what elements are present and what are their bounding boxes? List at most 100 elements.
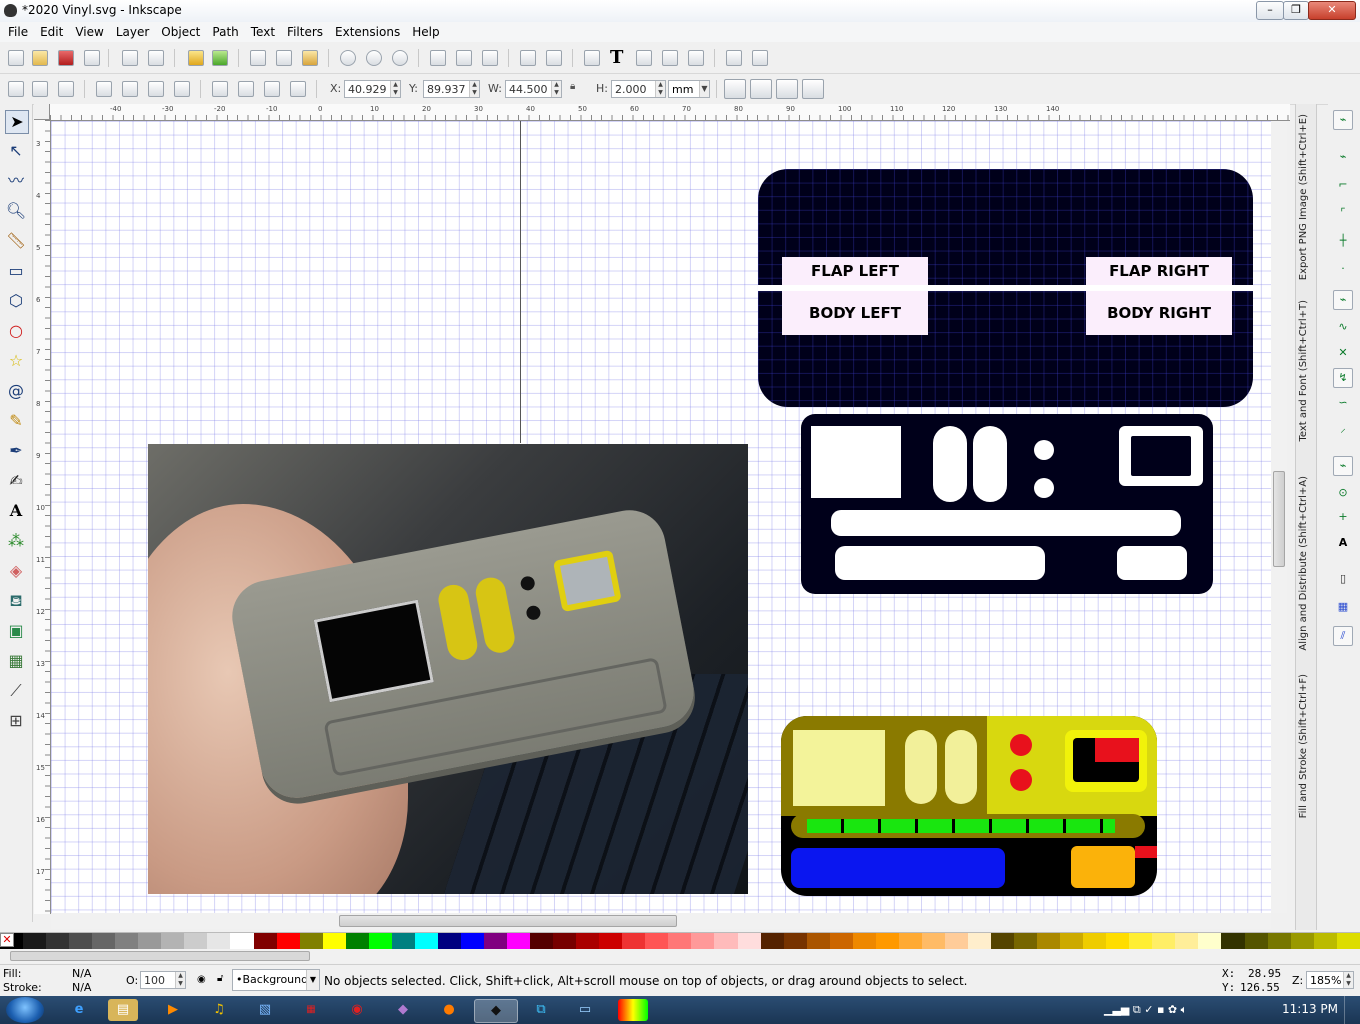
- eye-icon[interactable]: ◉: [197, 974, 206, 985]
- measure-tool-icon[interactable]: 📏︎: [5, 230, 27, 252]
- print-icon[interactable]: [84, 50, 100, 66]
- reference-photo[interactable]: [148, 444, 748, 894]
- palette-swatch[interactable]: [944, 933, 968, 949]
- snap-cusp-nodes-icon[interactable]: ↯: [1333, 368, 1353, 388]
- dock-tab-text-font[interactable]: Text and Font (Shift+Ctrl+T): [1298, 300, 1309, 442]
- palette-swatch[interactable]: [92, 933, 116, 949]
- lower-icon[interactable]: [264, 81, 280, 97]
- palette-swatch[interactable]: [368, 933, 392, 949]
- palette-swatch[interactable]: [760, 933, 784, 949]
- tray-icons[interactable]: ▁▃▅ ⧉ ✓ ▪ ✿ 🔈︎: [1104, 1003, 1187, 1017]
- connector-tool-icon[interactable]: ⊞: [5, 710, 27, 732]
- tweak-tool-icon[interactable]: 〰: [5, 170, 27, 192]
- align-distribute-icon[interactable]: [688, 50, 704, 66]
- horizontal-scroll-thumb[interactable]: [339, 915, 677, 927]
- palette-swatch[interactable]: [852, 933, 876, 949]
- xml-editor-icon[interactable]: [662, 50, 678, 66]
- undo-icon[interactable]: [188, 50, 204, 66]
- palette-swatch[interactable]: [1336, 933, 1360, 949]
- cut-icon[interactable]: [276, 50, 292, 66]
- new-document-icon[interactable]: [8, 50, 24, 66]
- selector-tool-icon[interactable]: ➤: [5, 110, 29, 134]
- paste-icon[interactable]: [302, 50, 318, 66]
- dock-tab-export-png[interactable]: Export PNG Image (Shift+Ctrl+E): [1298, 114, 1309, 280]
- drawing-canvas[interactable]: FLAP LEFT BODY LEFT FLAP RIGHT BODY RIGH…: [51, 121, 1271, 913]
- palette-swatch[interactable]: [1037, 933, 1061, 949]
- palette-swatch[interactable]: [1060, 933, 1084, 949]
- flip-vertical-icon[interactable]: [174, 81, 190, 97]
- rotate-ccw-icon[interactable]: [96, 81, 112, 97]
- group-icon[interactable]: [520, 50, 536, 66]
- save-icon[interactable]: [58, 50, 74, 66]
- select-all-layers-icon[interactable]: [32, 81, 48, 97]
- palette-swatch[interactable]: [668, 933, 692, 949]
- opacity-field[interactable]: 100 ▲ ▼: [140, 971, 186, 989]
- raise-icon[interactable]: [238, 81, 254, 97]
- palette-swatch[interactable]: [1244, 933, 1268, 949]
- redo-icon[interactable]: [212, 50, 228, 66]
- close-button[interactable]: ✕: [1308, 1, 1356, 20]
- unit-select[interactable]: mm ▼: [668, 80, 710, 98]
- palette-scrollbar[interactable]: [0, 949, 1360, 963]
- palette-swatch[interactable]: [207, 933, 231, 949]
- zoom-page-icon[interactable]: [392, 50, 408, 66]
- flip-horizontal-icon[interactable]: [148, 81, 164, 97]
- maximize-button[interactable]: ❐: [1283, 1, 1309, 20]
- text-tool-icon[interactable]: A: [5, 500, 27, 522]
- snap-intersections-icon[interactable]: ✕: [1333, 344, 1353, 364]
- move-gradients-icon[interactable]: [776, 79, 798, 99]
- layer-select[interactable]: •Background ▼: [232, 969, 320, 991]
- preferences-icon[interactable]: [752, 50, 768, 66]
- snap-smooth-nodes-icon[interactable]: ∽: [1333, 394, 1353, 414]
- palette-swatch[interactable]: [806, 933, 830, 949]
- snap-guides-icon[interactable]: ⫽: [1333, 626, 1353, 646]
- raise-to-top-icon[interactable]: [212, 81, 228, 97]
- fill-value[interactable]: N/A: [72, 967, 91, 980]
- lower-to-bottom-icon[interactable]: [290, 81, 306, 97]
- ellipse-tool-icon[interactable]: ○: [5, 320, 27, 342]
- internet-explorer-icon[interactable]: e: [64, 999, 94, 1021]
- snap-object-centers-icon[interactable]: ⊙: [1333, 484, 1353, 504]
- calligraphy-tool-icon[interactable]: ✍: [5, 470, 27, 492]
- snap-nodes-icon[interactable]: ⌁: [1333, 290, 1353, 310]
- import-icon[interactable]: [122, 50, 138, 66]
- app-icon-3[interactable]: ◉: [342, 999, 372, 1021]
- h-spinner[interactable]: ▲ ▼: [655, 81, 665, 97]
- deselect-icon[interactable]: [58, 81, 74, 97]
- palette-swatch[interactable]: [230, 933, 254, 949]
- fill-stroke-icon[interactable]: [584, 50, 600, 66]
- menu-filters[interactable]: Filters: [279, 25, 327, 39]
- palette-swatch[interactable]: [829, 933, 853, 949]
- menu-help[interactable]: Help: [404, 25, 443, 39]
- spray-tool-icon[interactable]: ⁂: [5, 530, 27, 552]
- palette-swatch[interactable]: [1014, 933, 1038, 949]
- menu-view[interactable]: View: [67, 25, 107, 39]
- duplicate-icon[interactable]: [430, 50, 446, 66]
- palette-swatch[interactable]: [69, 933, 93, 949]
- inkscape-taskbar-icon[interactable]: ◆: [474, 999, 518, 1023]
- snap-page-border-icon[interactable]: ▯: [1333, 570, 1353, 590]
- no-paint-swatch[interactable]: ✕: [0, 933, 14, 947]
- palette-swatch[interactable]: [345, 933, 369, 949]
- minimize-button[interactable]: –: [1256, 1, 1284, 20]
- zoom-spinner[interactable]: ▲ ▼: [1343, 972, 1353, 988]
- w-field[interactable]: 44.500 ▲ ▼: [505, 80, 562, 98]
- palette-swatch[interactable]: [967, 933, 992, 949]
- palette-swatch[interactable]: [1106, 933, 1130, 949]
- snap-others-icon[interactable]: ⌁: [1333, 456, 1353, 476]
- vertical-guide[interactable]: [520, 121, 521, 443]
- palette-swatch[interactable]: [1083, 933, 1107, 949]
- palette-swatch[interactable]: [599, 933, 623, 949]
- palette-swatch[interactable]: [622, 933, 646, 949]
- snap-line-midpoints-icon[interactable]: ⸝: [1333, 420, 1353, 440]
- zoom-selection-icon[interactable]: [340, 50, 356, 66]
- color-palette[interactable]: ✕: [0, 932, 1360, 950]
- copy-icon[interactable]: [250, 50, 266, 66]
- palette-swatch[interactable]: [576, 933, 600, 949]
- taskbar-clock[interactable]: 11:13 PM: [1282, 1002, 1338, 1016]
- palette-swatch[interactable]: [414, 933, 438, 949]
- app-icon-7[interactable]: [618, 999, 648, 1021]
- palette-swatch[interactable]: [437, 933, 461, 949]
- rotate-cw-icon[interactable]: [122, 81, 138, 97]
- palette-swatch[interactable]: [161, 933, 185, 949]
